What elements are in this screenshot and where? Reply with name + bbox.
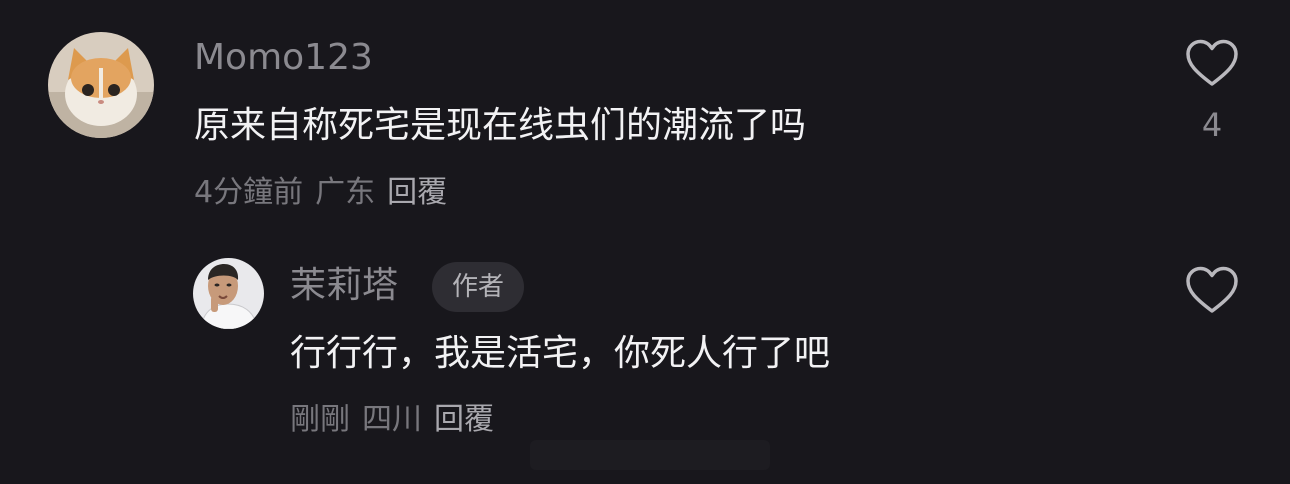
person-avatar-icon bbox=[193, 258, 264, 329]
faded-overlay bbox=[530, 440, 770, 470]
comment-text: 原来自称死宅是现在线虫们的潮流了吗 bbox=[194, 105, 807, 146]
replier-username[interactable]: 茉莉塔 bbox=[290, 266, 398, 306]
author-badge: 作者 bbox=[432, 262, 525, 312]
commenter-avatar[interactable] bbox=[48, 32, 154, 138]
reply-location: 四川 bbox=[362, 402, 422, 437]
comment-time: 4分鐘前 bbox=[194, 175, 304, 210]
replier-avatar[interactable] bbox=[193, 258, 264, 329]
reply-text: 行行行，我是活宅，你死人行了吧 bbox=[290, 333, 831, 374]
reply-meta: 剛剛 四川 回覆 bbox=[290, 402, 506, 438]
reply-like-button[interactable] bbox=[1184, 265, 1240, 315]
like-count: 4 bbox=[1201, 106, 1223, 144]
reply-time: 剛剛 bbox=[290, 402, 350, 437]
comment-thread: Momo123 原来自称死宅是现在线虫们的潮流了吗 4分鐘前 广东 回覆 4 茉莉塔… bbox=[0, 0, 1290, 484]
kitten-avatar-icon bbox=[48, 32, 154, 138]
comment-location: 广东 bbox=[315, 175, 376, 210]
comment-meta: 4分鐘前 广东 回覆 bbox=[194, 175, 459, 211]
heart-outline-icon bbox=[1186, 266, 1238, 313]
heart-outline-icon bbox=[1186, 39, 1238, 86]
reply-button[interactable]: 回覆 bbox=[387, 175, 447, 210]
like-button[interactable] bbox=[1184, 38, 1240, 88]
reply-to-reply-button[interactable]: 回覆 bbox=[434, 402, 494, 437]
commenter-username[interactable]: Momo123 bbox=[194, 38, 373, 78]
